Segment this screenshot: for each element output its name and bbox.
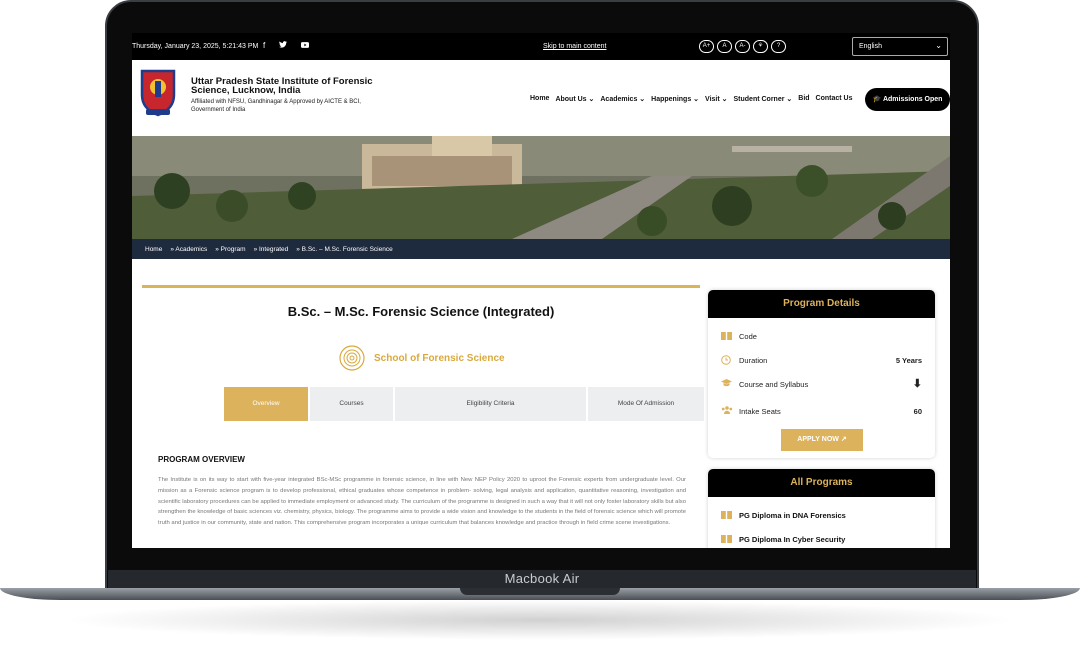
clock-icon bbox=[721, 355, 732, 365]
book-icon bbox=[721, 510, 732, 521]
nav-student-corner[interactable]: Student Corner bbox=[734, 95, 793, 103]
all-programs-heading: All Programs bbox=[708, 469, 935, 497]
tab-eligibility-criteria[interactable]: Eligibility Criteria bbox=[395, 387, 586, 421]
detail-label: Intake Seats bbox=[739, 407, 781, 416]
language-select[interactable]: English ⌄ bbox=[852, 37, 948, 56]
download-icon[interactable]: ⬇ bbox=[913, 377, 922, 390]
social-links: f bbox=[263, 41, 310, 50]
detail-value: 5 Years bbox=[895, 356, 922, 365]
users-icon bbox=[721, 406, 733, 415]
apply-now-button[interactable]: APPLY NOW ↗ bbox=[781, 429, 863, 451]
chevron-down-icon: ⌄ bbox=[935, 41, 942, 50]
nav-academics[interactable]: Academics bbox=[600, 95, 645, 103]
detail-label: Duration bbox=[739, 356, 768, 365]
breadcrumb-integrated[interactable]: » Integrated bbox=[254, 246, 289, 253]
tab-overview[interactable]: Overview bbox=[224, 387, 308, 421]
facebook-icon[interactable]: f bbox=[263, 41, 265, 50]
language-value: English bbox=[859, 43, 882, 50]
program-item[interactable]: PG Diploma In Cyber Security bbox=[708, 527, 935, 548]
youtube-icon[interactable] bbox=[301, 41, 310, 50]
nav-visit[interactable]: Visit bbox=[705, 95, 727, 103]
detail-row-syllabus: Course and Syllabus ⬇ bbox=[708, 372, 935, 396]
affiliation-text: Affiliated with NFSU, Gandhinagar & Appr… bbox=[191, 99, 361, 113]
accessibility-controls: A+ A A- ⚘ ? bbox=[699, 40, 786, 53]
skip-to-content-link[interactable]: Skip to main content bbox=[543, 43, 606, 50]
breadcrumb-academics[interactable]: » Academics bbox=[170, 246, 207, 253]
datetime: Thursday, January 23, 2025, 5:21:43 PM bbox=[132, 43, 259, 50]
program-item[interactable]: PG Diploma in DNA Forensics bbox=[708, 503, 935, 527]
laptop-notch bbox=[460, 588, 620, 595]
font-increase-button[interactable]: A+ bbox=[699, 40, 714, 53]
program-item-label: PG Diploma in DNA Forensics bbox=[739, 511, 846, 520]
graduation-cap-icon bbox=[721, 379, 732, 388]
laptop-shadow bbox=[60, 600, 1020, 640]
nav-happenings[interactable]: Happenings bbox=[651, 95, 699, 103]
laptop-mockup: Macbook Air Thursday, January 23, 2025, … bbox=[0, 0, 1080, 665]
program-item-label: PG Diploma In Cyber Security bbox=[739, 535, 846, 544]
detail-row-code: Code bbox=[708, 324, 935, 348]
institute-logo[interactable] bbox=[138, 67, 178, 119]
institute-name: Uttar Pradesh State Institute of Forensi… bbox=[191, 76, 373, 96]
admissions-open-label: Admissions Open bbox=[882, 96, 943, 103]
device-label: Macbook Air bbox=[108, 570, 976, 590]
book-icon bbox=[721, 534, 732, 545]
campus-banner-image bbox=[132, 136, 950, 239]
school-badge: School of Forensic Science bbox=[339, 345, 505, 371]
detail-row-duration: Duration 5 Years bbox=[708, 348, 935, 372]
breadcrumb-program[interactable]: » Program bbox=[215, 246, 245, 253]
detail-row-intake: Intake Seats 60 bbox=[708, 396, 935, 426]
site-header: Uttar Pradesh State Institute of Forensi… bbox=[132, 60, 950, 136]
help-icon[interactable]: ? bbox=[771, 40, 786, 53]
main-nav: Home About Us Academics Happenings Visit… bbox=[530, 95, 853, 103]
nav-home[interactable]: Home bbox=[530, 95, 549, 103]
admissions-open-button[interactable]: 🎓 Admissions Open bbox=[865, 88, 950, 111]
breadcrumb: Home » Academics » Program » Integrated … bbox=[132, 239, 950, 259]
font-reset-button[interactable]: A bbox=[717, 40, 732, 53]
nav-about-us[interactable]: About Us bbox=[555, 95, 594, 103]
breadcrumb-home[interactable]: Home bbox=[145, 246, 162, 253]
font-decrease-button[interactable]: A- bbox=[735, 40, 750, 53]
nav-bid[interactable]: Bid bbox=[798, 95, 809, 103]
title-accent-line bbox=[142, 285, 700, 288]
book-icon bbox=[721, 331, 732, 340]
program-tabs: Overview Courses Eligibility Criteria Mo… bbox=[224, 387, 704, 421]
all-programs-card: All Programs PG Diploma in DNA Forensics… bbox=[708, 469, 935, 548]
sitemap-icon[interactable]: ⚘ bbox=[753, 40, 768, 53]
overview-heading: PROGRAM OVERVIEW bbox=[158, 455, 245, 464]
page-title: B.Sc. – M.Sc. Forensic Science (Integrat… bbox=[287, 304, 555, 319]
program-details-heading: Program Details bbox=[708, 290, 935, 318]
tab-courses[interactable]: Courses bbox=[310, 387, 393, 421]
browser-screen: Thursday, January 23, 2025, 5:21:43 PM f… bbox=[132, 33, 950, 548]
detail-label: Course and Syllabus bbox=[739, 380, 809, 389]
nav-contact-us[interactable]: Contact Us bbox=[816, 95, 853, 103]
breadcrumb-current: » B.Sc. – M.Sc. Forensic Science bbox=[296, 245, 393, 253]
graduation-cap-icon: 🎓 bbox=[872, 96, 882, 103]
tab-mode-of-admission[interactable]: Mode Of Admission bbox=[588, 387, 704, 421]
overview-text: The Institute is on its way to start wit… bbox=[158, 477, 686, 527]
program-details-card: Program Details Code Duration 5 Years Co… bbox=[708, 290, 935, 458]
fingerprint-icon bbox=[339, 345, 365, 371]
top-bar: Thursday, January 23, 2025, 5:21:43 PM f… bbox=[132, 33, 950, 60]
detail-value: 60 bbox=[913, 407, 922, 416]
twitter-icon[interactable] bbox=[279, 41, 288, 50]
detail-label: Code bbox=[739, 332, 757, 341]
school-name: School of Forensic Science bbox=[374, 352, 505, 364]
